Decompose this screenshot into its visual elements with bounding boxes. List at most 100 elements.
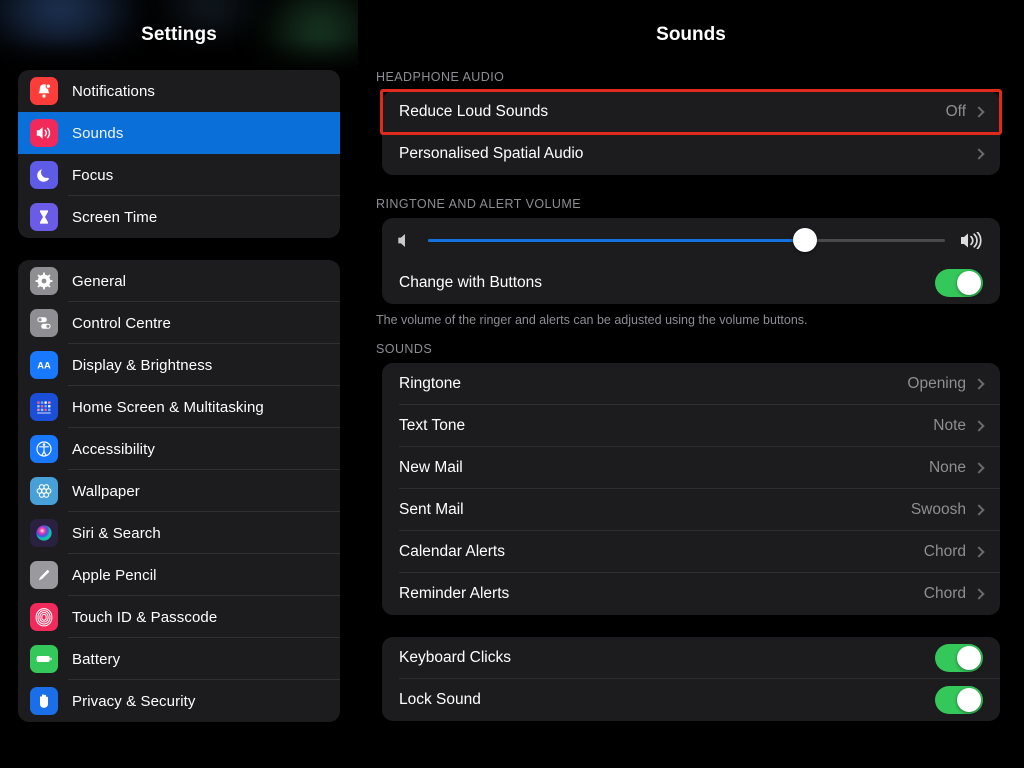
sidebar-item-label: Siri & Search	[72, 524, 161, 542]
sidebar-item-label: Focus	[72, 166, 114, 184]
chevron-right-icon	[973, 462, 985, 474]
speaker-waves-icon	[30, 119, 58, 147]
fingerprint-icon	[30, 603, 58, 631]
volume-slider-track[interactable]	[428, 228, 945, 252]
sidebar-group-1: General Control Centre AA Display & Brightn…	[18, 260, 340, 722]
row-label: Change with Buttons	[399, 274, 543, 291]
row-label: New Mail	[399, 459, 463, 477]
row-value: None	[928, 459, 966, 477]
sidebar-item-control-centre[interactable]: Control Centre	[18, 302, 340, 344]
app-grid-icon	[30, 393, 58, 421]
sidebar-item-accessibility[interactable]: Accessibility	[18, 428, 340, 470]
row-label: Personalised Spatial Audio	[399, 145, 584, 162]
sidebar-item-wallpaper[interactable]: Wallpaper	[18, 470, 340, 512]
sidebar-item-label: General	[72, 272, 127, 290]
speaker-high-icon	[959, 231, 985, 249]
row-label: Text Tone	[399, 417, 466, 435]
row-reduce-loud-sounds[interactable]: Reduce Loud Sounds Off	[382, 91, 1000, 133]
aa-icon: AA	[30, 351, 58, 379]
row-value: Swoosh	[910, 501, 966, 519]
sidebar-item-general[interactable]: General	[18, 260, 340, 302]
sidebar-item-label: Battery	[72, 650, 121, 668]
row-sent-mail[interactable]: Sent Mail Swoosh	[382, 489, 1000, 532]
chevron-right-icon	[973, 378, 985, 390]
hand-icon	[30, 687, 58, 715]
row-label: Reminder Alerts	[399, 585, 510, 603]
headphone-audio-card: Reduce Loud Sounds Off Personalised Spat…	[382, 91, 1000, 175]
sidebar-item-notifications[interactable]: Notifications	[18, 70, 340, 112]
sidebar-item-label: Sounds	[72, 124, 124, 142]
gear-icon	[30, 267, 58, 295]
chevron-right-icon	[973, 588, 985, 600]
page-title: Sounds	[656, 24, 726, 45]
sidebar-item-label: Notifications	[72, 82, 156, 100]
lock-sound-toggle[interactable]	[935, 686, 983, 715]
ipad-settings-screen: Settings Notifications Sounds Focus Screen …	[0, 0, 1024, 768]
sidebar-item-label: Apple Pencil	[72, 566, 157, 584]
ringtone-volume-footnote: The volume of the ringer and alerts can …	[376, 313, 808, 327]
row-label: Keyboard Clicks	[399, 649, 511, 667]
sidebar-group-0: Notifications Sounds Focus Screen Time	[18, 70, 340, 238]
sidebar-item-label: Accessibility	[72, 440, 155, 458]
sidebar-item-label: Home Screen & Multitasking	[72, 398, 264, 416]
chevron-right-icon	[973, 546, 985, 558]
sidebar-item-siri-search[interactable]: Siri & Search	[18, 512, 340, 554]
sidebar-item-home-screen-multitasking[interactable]: Home Screen & Multitasking	[18, 386, 340, 428]
row-label: Ringtone	[399, 375, 462, 393]
row-lock-sound[interactable]: Lock Sound	[382, 679, 1000, 721]
hourglass-icon	[30, 203, 58, 231]
sidebar-item-privacy-security[interactable]: Privacy & Security	[18, 680, 340, 722]
sidebar-title: Settings	[141, 24, 217, 45]
sidebar-item-label: Privacy & Security	[72, 692, 196, 710]
chevron-right-icon	[973, 420, 985, 432]
row-ringtone[interactable]: Ringtone Opening	[382, 363, 1000, 406]
sidebar-item-sounds[interactable]: Sounds	[18, 112, 340, 154]
bell-icon	[30, 77, 58, 105]
section-header-sounds: SOUNDS	[376, 342, 433, 357]
row-label: Reduce Loud Sounds	[399, 103, 549, 120]
sounds-card: Ringtone Opening Text Tone Note New Mail None…	[382, 363, 1000, 616]
row-keyboard-clicks[interactable]: Keyboard Clicks	[382, 637, 1000, 680]
moon-icon	[30, 161, 58, 189]
sidebar-item-label: Touch ID & Passcode	[72, 608, 218, 626]
sidebar-item-label: Wallpaper	[72, 482, 140, 500]
row-change-with-buttons[interactable]: Change with Buttons	[382, 262, 1000, 304]
flower-icon	[30, 477, 58, 505]
volume-slider-row[interactable]	[382, 218, 1000, 262]
row-reminder-alerts[interactable]: Reminder Alerts Chord	[382, 573, 1000, 615]
accessibility-icon	[30, 435, 58, 463]
sidebar-item-label: Screen Time	[72, 208, 158, 226]
row-new-mail[interactable]: New Mail None	[382, 447, 1000, 490]
row-label: Sent Mail	[399, 501, 464, 519]
chevron-right-icon	[973, 504, 985, 516]
sidebar-item-battery[interactable]: Battery	[18, 638, 340, 680]
svg-text:AA: AA	[37, 360, 51, 371]
row-label: Lock Sound	[399, 691, 481, 709]
row-value: Chord	[923, 585, 966, 603]
row-text-tone[interactable]: Text Tone Note	[382, 405, 1000, 448]
speaker-low-icon	[397, 233, 414, 248]
keyboard-clicks-toggle[interactable]	[935, 644, 983, 673]
siri-orb-icon	[30, 519, 58, 547]
sidebar-item-screen-time[interactable]: Screen Time	[18, 196, 340, 238]
chevron-right-icon	[973, 148, 985, 160]
sidebar-item-display-brightness[interactable]: AA Display & Brightness	[18, 344, 340, 386]
ringtone-volume-card: Change with Buttons	[382, 218, 1000, 304]
row-value: Opening	[907, 375, 966, 393]
sidebar-item-focus[interactable]: Focus	[18, 154, 340, 196]
battery-icon	[30, 645, 58, 673]
sounds-detail-pane: Sounds HEADPHONE AUDIO Reduce Loud Sound…	[358, 0, 1024, 768]
sidebar-item-label: Display & Brightness	[72, 356, 213, 374]
row-personalised-spatial-audio[interactable]: Personalised Spatial Audio	[382, 133, 1000, 175]
sidebar-item-touch-id-passcode[interactable]: Touch ID & Passcode	[18, 596, 340, 638]
sidebar-item-apple-pencil[interactable]: Apple Pencil	[18, 554, 340, 596]
section-header-ringtone-volume: RINGTONE AND ALERT VOLUME	[376, 197, 582, 211]
row-value: Note	[933, 417, 966, 435]
volume-slider-thumb[interactable]	[793, 228, 818, 252]
row-calendar-alerts[interactable]: Calendar Alerts Chord	[382, 531, 1000, 574]
settings-sidebar: Settings Notifications Sounds Focus Screen …	[0, 0, 358, 768]
change-with-buttons-toggle[interactable]	[935, 269, 983, 297]
row-label: Calendar Alerts	[399, 543, 505, 561]
sidebar-item-label: Control Centre	[72, 314, 171, 332]
section-header-headphone-audio: HEADPHONE AUDIO	[376, 70, 505, 84]
